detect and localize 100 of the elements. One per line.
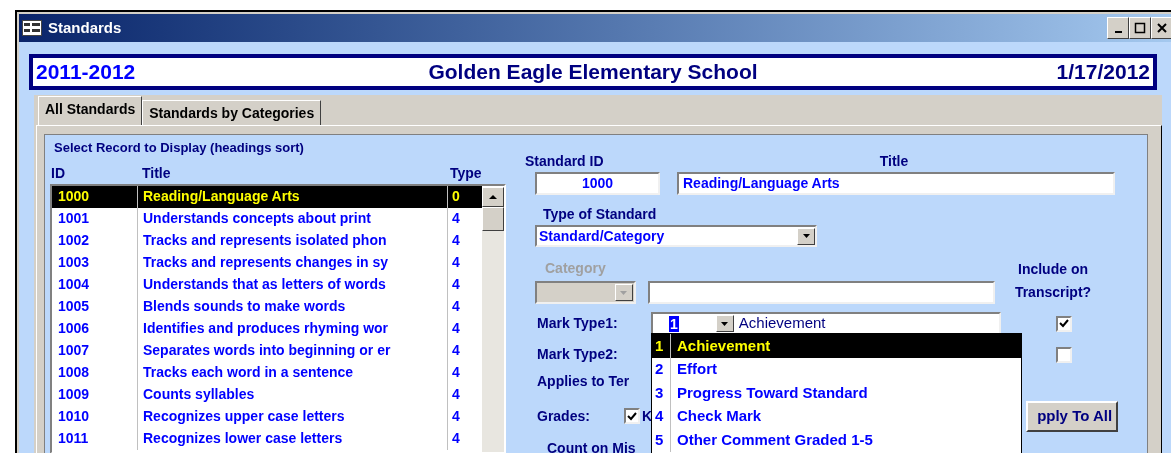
field-label: Mark Type2:	[537, 345, 618, 364]
checkbox[interactable]	[1056, 315, 1072, 332]
option-name: Progress Toward Standard	[676, 382, 868, 403]
option-code: 3	[652, 381, 671, 405]
field-label: Mark Type1:	[537, 314, 619, 333]
title-cell: Tracks each word in a sentence	[138, 361, 448, 384]
dropdown-option[interactable]: 1 Achievement	[652, 334, 1021, 358]
field-label: Category	[545, 259, 607, 278]
title-cell: Separates words into beginning or er	[138, 339, 448, 362]
id-cell: 1007	[52, 339, 138, 362]
option-name: Check Mark	[676, 406, 762, 426]
type-cell-text: 4	[451, 429, 460, 448]
dropdown-option[interactable]: 2 Effort	[652, 357, 1021, 381]
id-cell: 1006	[52, 317, 138, 340]
list-row[interactable]: 1000 Reading/Language Arts 0	[52, 185, 482, 208]
type-cell-text: 4	[451, 319, 460, 338]
caret-icon	[721, 321, 729, 326]
window-icon	[22, 20, 42, 36]
field-label: Applies to Ter	[537, 372, 630, 391]
option-name: Effort	[676, 359, 717, 379]
checkbox[interactable]	[1056, 346, 1072, 363]
type-cell-text: 4	[451, 253, 460, 272]
id-cell: 1004	[52, 273, 138, 296]
caret-icon	[802, 234, 810, 238]
title-cell: Identifies and produces rhyming wor	[138, 317, 448, 340]
field-label: Count on Mis	[547, 439, 636, 453]
title-cell: Reading/Language Arts	[138, 185, 448, 208]
mark-type-combo[interactable]: 1 Achievement	[651, 311, 1001, 336]
school-name: Golden Eagle Elementary School	[427, 59, 759, 86]
type-cell-text: 4	[451, 363, 460, 382]
school-year: 2011-2012	[36, 59, 137, 86]
caret-icon	[620, 290, 628, 295]
category-name-field[interactable]	[647, 281, 995, 304]
tab[interactable]: Standards by Categories	[142, 100, 322, 125]
id-cell: 1002	[52, 229, 138, 252]
mark-type-name: Achievement	[738, 313, 826, 334]
field-label: Grades:	[537, 406, 591, 426]
mark-type-code: 1	[669, 315, 679, 332]
scroll-thumb[interactable]	[482, 206, 504, 231]
option-code: 2	[652, 357, 671, 381]
list-caption: Select Record to Display (headings sort)	[53, 139, 305, 157]
title-cell: Tracks and represents changes in sy	[138, 251, 448, 274]
field-label: Type of Standard	[543, 205, 658, 224]
id-cell: 1000	[52, 185, 138, 208]
id-cell: 1001	[52, 207, 138, 230]
type-select[interactable]: Standard/Category	[535, 225, 817, 247]
type-cell-text: 4	[451, 407, 460, 426]
title-cell: Understands that as letters of words	[138, 273, 448, 296]
dropdown-option[interactable]: 4 Check Mark	[652, 404, 1021, 428]
type-cell-text: 0	[451, 187, 460, 206]
id-cell: 1011	[52, 427, 138, 450]
window-title: Standards	[48, 17, 122, 38]
option-code: 5	[652, 428, 671, 452]
field-label: Title	[878, 152, 910, 171]
field-label: Standard ID	[525, 152, 605, 171]
up-arrow-icon	[489, 194, 497, 199]
scrollbar[interactable]	[482, 186, 504, 452]
id-cell: 1009	[52, 383, 138, 406]
title-field[interactable]: Reading/Language Arts	[677, 172, 1115, 195]
type-cell-text: 4	[451, 275, 460, 294]
maximize-icon	[1134, 22, 1146, 34]
option-code: 1	[652, 334, 671, 358]
maximize-button[interactable]	[1129, 17, 1151, 39]
id-cell: 1003	[52, 251, 138, 274]
title-cell: Blends sounds to make words	[138, 295, 448, 318]
dropdown-option[interactable]: 3 Progress Toward Standard	[652, 381, 1021, 405]
id-cell: 1008	[52, 361, 138, 384]
option-name: Other Comment Graded 1-5	[676, 429, 873, 450]
type-cell-text: 4	[451, 297, 460, 316]
title-cell: Counts syllables	[138, 383, 448, 406]
include-on-transcript-label: Include on Transcript?	[1013, 260, 1093, 302]
id-cell: 1005	[52, 295, 138, 318]
current-date: 1/17/2012	[1055, 59, 1150, 86]
close-button[interactable]	[1151, 17, 1171, 39]
column-header[interactable]: Type	[450, 162, 482, 184]
minimize-icon	[1114, 31, 1122, 33]
apply-to-all-button[interactable]: pply To All	[1026, 400, 1119, 432]
grade-label: K	[642, 406, 653, 426]
title-cell: Recognizes lower case letters	[138, 427, 448, 450]
option-code: 4	[652, 404, 671, 428]
type-cell-text: 4	[451, 209, 460, 228]
dropdown-button[interactable]	[797, 227, 815, 245]
id-cell: 1010	[52, 405, 138, 428]
dropdown-button[interactable]	[715, 315, 734, 332]
type-cell-text: 4	[451, 385, 460, 404]
title-cell: Tracks and represents isolated phon	[138, 229, 448, 252]
column-header[interactable]: ID	[50, 162, 142, 184]
standard-id-field[interactable]: 1000	[535, 172, 660, 195]
scroll-up-button[interactable]	[482, 186, 504, 207]
dropdown-option[interactable]: 5 Other Comment Graded 1-5	[652, 428, 1021, 452]
minimize-button[interactable]	[1107, 17, 1129, 39]
close-icon	[1156, 22, 1168, 34]
column-header[interactable]: Title	[142, 162, 450, 184]
checkbox[interactable]	[624, 408, 640, 424]
type-cell-text: 4	[451, 231, 460, 250]
option-name: Achievement	[676, 335, 771, 356]
title-cell: Recognizes upper case letters	[138, 405, 448, 428]
type-cell-text: 4	[451, 341, 460, 360]
tab[interactable]: All Standards	[38, 96, 143, 125]
title-cell: Understands concepts about print	[138, 207, 448, 230]
